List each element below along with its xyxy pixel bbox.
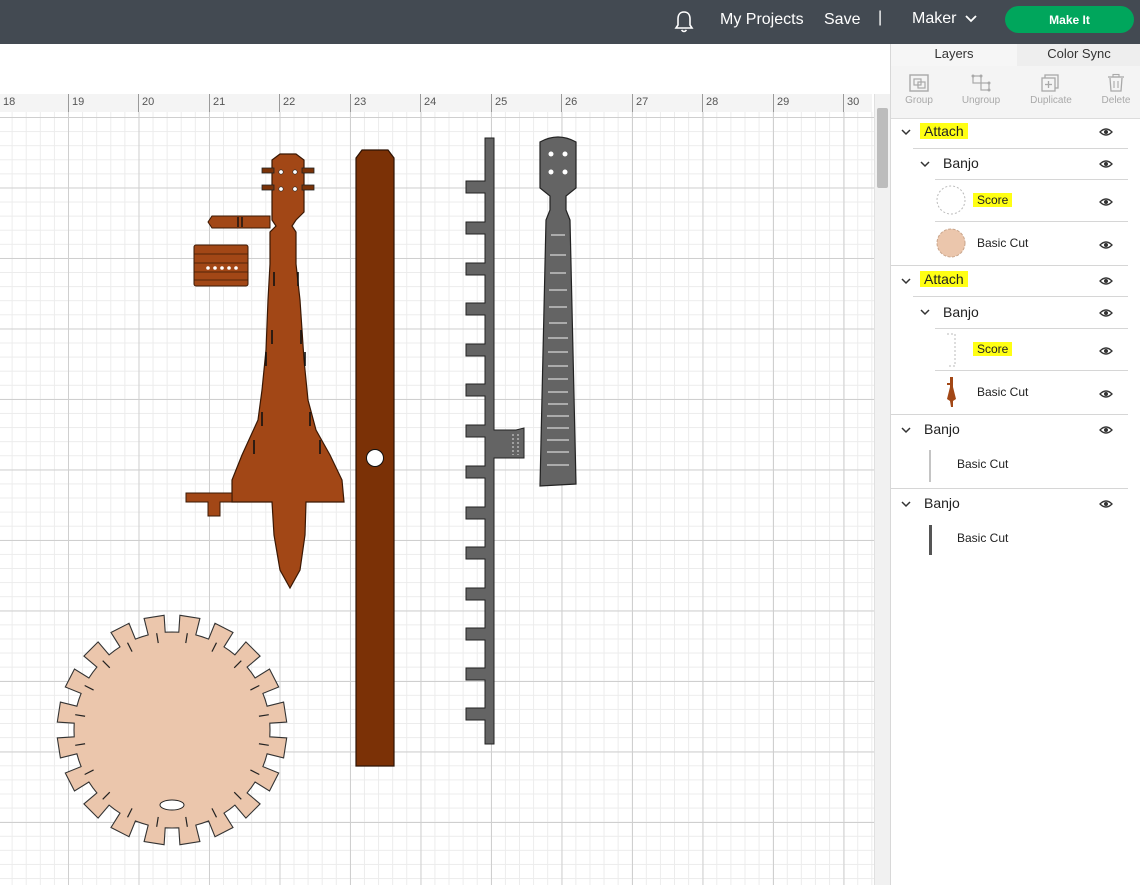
layer-item-score-2[interactable]: Score	[891, 329, 1128, 370]
delete-button[interactable]: Delete	[1088, 70, 1140, 116]
duplicate-button[interactable]: Duplicate	[1023, 70, 1079, 116]
eye-icon[interactable]	[1099, 389, 1113, 399]
top-bar: My Projects Save | Maker Make It	[0, 0, 1140, 44]
bottom-arm-piece[interactable]	[185, 492, 233, 517]
layer-item-name: Score	[973, 193, 1013, 207]
ruler-tick: 28	[702, 94, 718, 112]
layer-toolbar: Group Ungroup Duplicate Delete	[891, 66, 1140, 119]
layer-item-name: Basic Cut	[977, 385, 1029, 399]
ruler-tick: 21	[209, 94, 225, 112]
fretboard-piece[interactable]	[539, 136, 577, 487]
chevron-down-icon[interactable]	[900, 275, 912, 287]
chevron-down-icon[interactable]	[900, 424, 912, 436]
layer-item-name: Basic Cut	[957, 457, 1009, 471]
layer-group-banjo-4[interactable]: Banjo	[891, 489, 1128, 519]
ruler-tick: 19	[68, 94, 84, 112]
make-it-button[interactable]: Make It	[1005, 6, 1134, 33]
layer-item-score-1[interactable]: Score	[891, 180, 1128, 221]
layer-group-name: Banjo	[924, 421, 960, 437]
layer-group-name: Attach	[920, 271, 968, 287]
basic-cut-thumbnail	[929, 525, 932, 555]
basic-cut-thumbnail	[947, 377, 956, 407]
layer-subgroup-banjo-1[interactable]: Banjo	[891, 149, 1128, 179]
layer-group-attach-1[interactable]: Attach	[891, 118, 1128, 147]
design-pieces	[56, 136, 577, 846]
fret-strip-piece[interactable]	[465, 137, 525, 745]
ruler-tick: 26	[561, 94, 577, 112]
chevron-down-icon[interactable]	[900, 126, 912, 138]
layer-item-name: Score	[973, 342, 1013, 356]
topbar-separator: |	[878, 9, 883, 26]
rod-piece[interactable]	[355, 149, 395, 767]
eye-icon[interactable]	[1099, 240, 1113, 250]
ruler-tick: 23	[350, 94, 366, 112]
layer-subgroup-name: Banjo	[943, 304, 979, 320]
save-link[interactable]: Save	[824, 10, 860, 30]
bell-icon[interactable]	[672, 9, 696, 35]
layer-group-name: Attach	[920, 123, 968, 139]
machine-label: Maker	[912, 10, 957, 27]
layer-group-name: Banjo	[924, 495, 960, 511]
head-hole	[159, 799, 185, 811]
eye-icon[interactable]	[1099, 127, 1113, 137]
chevron-down-icon[interactable]	[900, 498, 912, 510]
eye-icon[interactable]	[1099, 346, 1113, 356]
eye-icon[interactable]	[1099, 276, 1113, 286]
ungroup-label: Ungroup	[961, 95, 1001, 106]
tailpiece-arm-piece[interactable]	[207, 215, 271, 229]
ruler-tick: 29	[773, 94, 789, 112]
layer-item-name: Basic Cut	[977, 236, 1029, 250]
ungroup-icon	[971, 74, 991, 92]
layer-item-name: Basic Cut	[957, 531, 1009, 545]
canvas-scrollbar[interactable]	[874, 94, 891, 885]
layer-item-basic-cut-3[interactable]: Basic Cut	[891, 446, 1128, 486]
group-button[interactable]: Group	[891, 70, 947, 116]
ruler-tick: 27	[632, 94, 648, 112]
ungroup-button[interactable]: Ungroup	[953, 70, 1009, 116]
ruler-tick: 18	[0, 94, 15, 112]
layer-item-basic-cut-1[interactable]: Basic Cut	[891, 222, 1128, 264]
layer-subgroup-name: Banjo	[943, 155, 979, 171]
duplicate-label: Duplicate	[1030, 95, 1072, 106]
ruler-tick: 24	[420, 94, 436, 112]
chevron-down-icon[interactable]	[919, 306, 931, 318]
group-icon	[909, 74, 929, 92]
horizontal-ruler: 18 19 20 21 22 23 24 25 26 27 28 29 30	[0, 94, 872, 113]
layer-subgroup-banjo-2[interactable]: Banjo	[891, 297, 1128, 327]
layer-item-basic-cut-2[interactable]: Basic Cut	[891, 371, 1128, 413]
eye-icon[interactable]	[1099, 159, 1113, 169]
scrollbar-thumb[interactable]	[877, 108, 888, 188]
banjo-head-piece[interactable]	[56, 614, 288, 846]
my-projects-link[interactable]: My Projects	[720, 10, 804, 30]
basic-cut-thumbnail	[929, 450, 931, 482]
duplicate-icon	[1041, 74, 1059, 92]
chevron-down-icon	[965, 15, 978, 23]
eye-icon[interactable]	[1099, 308, 1113, 318]
score-thumbnail	[936, 185, 966, 215]
eye-icon[interactable]	[1099, 425, 1113, 435]
eye-icon[interactable]	[1099, 499, 1113, 509]
ruler-tick: 25	[491, 94, 507, 112]
machine-selector[interactable]: Maker	[912, 10, 978, 28]
basic-cut-thumbnail	[936, 228, 966, 258]
layer-group-attach-2[interactable]: Attach	[891, 266, 1128, 295]
layer-item-basic-cut-4[interactable]: Basic Cut	[891, 520, 1128, 560]
bridge-piece[interactable]	[193, 244, 249, 287]
panel-tabs: Layers Color Sync	[891, 44, 1140, 68]
tab-color-sync[interactable]: Color Sync	[1017, 44, 1140, 66]
chevron-down-icon[interactable]	[919, 158, 931, 170]
group-label: Group	[905, 95, 933, 106]
ruler-tick: 30	[843, 94, 859, 112]
tab-layers[interactable]: Layers	[891, 44, 1017, 68]
delete-label: Delete	[1101, 95, 1131, 106]
layer-group-banjo-3[interactable]: Banjo	[891, 415, 1128, 445]
ruler-tick: 20	[138, 94, 154, 112]
layers-panel: Layers Color Sync Group Ungroup Duplicat…	[890, 44, 1140, 885]
trash-icon	[1108, 73, 1124, 92]
score-thumbnail	[947, 333, 956, 367]
eye-icon[interactable]	[1099, 197, 1113, 207]
ruler-tick: 22	[279, 94, 295, 112]
